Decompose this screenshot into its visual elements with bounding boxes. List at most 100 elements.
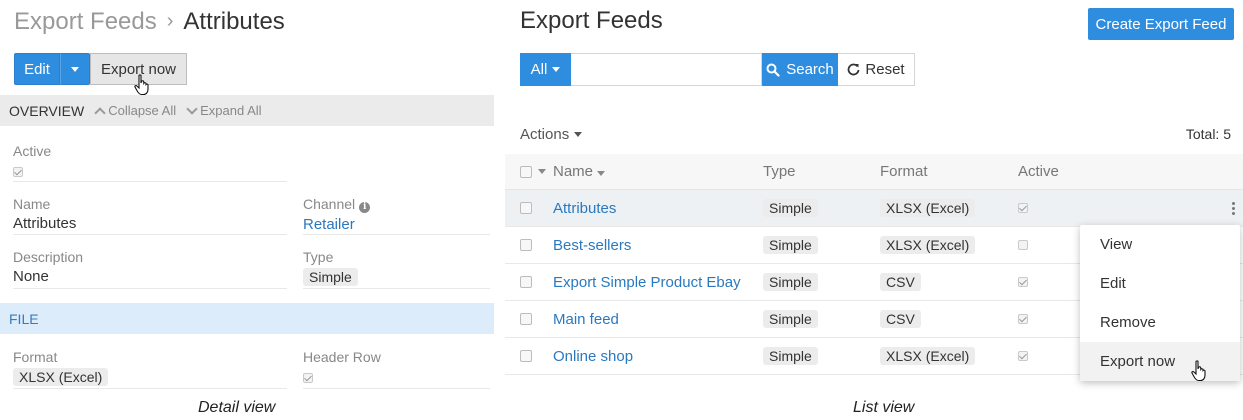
search-bar: All Search Reset <box>520 53 915 86</box>
channel-label: Channel i <box>303 196 371 213</box>
column-format: Format <box>880 163 928 180</box>
header-row-checkbox <box>303 373 313 383</box>
kebab-icon[interactable] <box>1223 201 1243 215</box>
row-type-tag: Simple <box>763 310 818 328</box>
row-format-tag: XLSX (Excel) <box>880 347 976 365</box>
row-checkbox[interactable] <box>520 202 532 214</box>
filter-all-dropdown[interactable]: All <box>520 53 571 86</box>
search-button[interactable]: Search <box>762 53 838 86</box>
divider <box>303 388 490 389</box>
header-row-label: Header Row <box>303 349 381 365</box>
edit-dropdown-button[interactable] <box>60 53 90 85</box>
channel-field: Channel i Retailer <box>303 196 371 233</box>
type-tag: Simple <box>303 268 358 286</box>
row-format-tag: CSV <box>880 310 921 328</box>
row-checkbox[interactable] <box>520 239 532 251</box>
divider <box>13 388 287 389</box>
row-format-tag: XLSX (Excel) <box>880 199 976 217</box>
actions-label: Actions <box>520 126 570 143</box>
column-active: Active <box>1018 163 1059 180</box>
hand-cursor-icon <box>134 74 149 96</box>
row-active-checkbox <box>1018 202 1028 213</box>
type-field: Type Simple <box>303 249 358 286</box>
active-field: Active <box>13 143 51 182</box>
format-field: Format XLSX (Excel) <box>13 349 109 386</box>
expand-all-link[interactable]: Expand All <box>186 102 262 118</box>
hand-cursor-icon <box>1191 360 1206 382</box>
menu-item-remove[interactable]: Remove <box>1080 303 1240 342</box>
row-type-tag: Simple <box>763 347 818 365</box>
row-actions-menu: View Edit Remove Export now <box>1080 225 1240 381</box>
detail-view-caption: Detail view <box>198 399 276 416</box>
expand-all-label: Expand All <box>200 103 262 118</box>
menu-item-export-now[interactable]: Export now <box>1080 342 1240 381</box>
caret-down-icon <box>538 169 546 174</box>
row-name-link[interactable]: Export Simple Product Ebay <box>553 274 741 291</box>
breadcrumb-separator: › <box>166 10 174 32</box>
row-type-tag: Simple <box>763 236 818 254</box>
filter-all-label: All <box>530 61 548 78</box>
collapse-all-link[interactable]: Collapse All <box>94 103 176 119</box>
chevron-down-icon <box>186 102 198 115</box>
name-label: Name <box>13 196 51 212</box>
row-name-link[interactable]: Online shop <box>553 348 633 365</box>
table-row[interactable]: Attributes Simple XLSX (Excel) <box>505 190 1243 227</box>
divider <box>13 234 287 235</box>
column-type: Type <box>763 163 796 180</box>
row-active-checkbox <box>1018 350 1028 361</box>
row-active-checkbox <box>1018 276 1028 287</box>
row-format-tag: XLSX (Excel) <box>880 236 976 254</box>
caret-down-icon <box>552 67 561 72</box>
description-label: Description <box>13 249 84 265</box>
channel-label-text: Channel <box>303 196 356 212</box>
search-input[interactable] <box>571 53 762 86</box>
edit-button[interactable]: Edit <box>14 53 60 85</box>
breadcrumb-current: Attributes <box>183 8 285 35</box>
row-checkbox[interactable] <box>520 350 532 362</box>
info-icon[interactable]: i <box>359 201 371 213</box>
list-page-title: Export Feeds <box>520 7 663 34</box>
menu-item-view[interactable]: View <box>1080 225 1240 264</box>
row-type-tag: Simple <box>763 199 818 217</box>
description-field: Description None <box>13 249 83 285</box>
column-name-label: Name <box>553 163 594 180</box>
table-header: Name Type Format Active <box>505 154 1243 190</box>
select-all-checkbox[interactable] <box>520 165 532 178</box>
detail-button-group: Edit Export now <box>14 53 187 85</box>
create-export-feed-button[interactable]: Create Export Feed <box>1088 8 1234 40</box>
row-checkbox[interactable] <box>520 313 532 325</box>
list-view-caption: List view <box>853 399 915 416</box>
caret-down-icon <box>574 132 583 137</box>
total-count: Total: 5 <box>1185 126 1231 142</box>
search-icon <box>766 63 780 77</box>
file-section-header: FILE <box>0 303 494 334</box>
row-name-link[interactable]: Main feed <box>553 311 619 328</box>
description-value: None <box>13 268 49 285</box>
reset-button[interactable]: Reset <box>838 53 915 86</box>
row-name-link[interactable]: Best-sellers <box>553 237 631 254</box>
channel-link[interactable]: Retailer <box>303 216 370 233</box>
chevron-up-icon <box>94 106 106 119</box>
reset-button-label: Reset <box>865 61 905 78</box>
row-checkbox[interactable] <box>520 276 532 288</box>
select-all-control[interactable] <box>505 165 553 178</box>
format-tag: XLSX (Excel) <box>13 368 109 386</box>
row-format-tag: CSV <box>880 273 921 291</box>
divider <box>303 288 490 289</box>
name-field: Name Attributes <box>13 196 76 232</box>
column-name[interactable]: Name <box>553 163 763 180</box>
divider <box>13 288 287 289</box>
breadcrumb: Export Feeds › Attributes <box>14 8 285 36</box>
row-name-link[interactable]: Attributes <box>553 200 616 217</box>
search-button-label: Search <box>786 61 834 78</box>
reset-icon <box>848 63 860 76</box>
menu-item-edit[interactable]: Edit <box>1080 264 1240 303</box>
divider <box>13 181 287 182</box>
breadcrumb-parent-link[interactable]: Export Feeds <box>14 8 157 35</box>
row-active-checkbox <box>1018 313 1028 324</box>
type-label: Type <box>303 249 334 265</box>
overview-section-header: OVERVIEW Collapse All Expand All <box>0 95 494 126</box>
file-section-title: FILE <box>9 310 39 327</box>
actions-dropdown[interactable]: Actions <box>520 126 583 143</box>
active-label: Active <box>13 143 52 159</box>
